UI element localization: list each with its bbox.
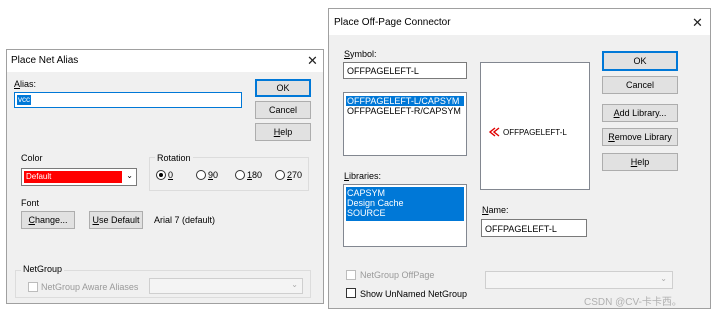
- alias-label: Alias:: [14, 79, 37, 89]
- libraries-label: Libraries:: [344, 171, 382, 181]
- alias-titlebar: Place Net Alias ✕: [7, 50, 323, 72]
- netgroup-offpage-label: NetGroup OffPage: [360, 270, 435, 280]
- place-offpage-connector-dialog: Place Off-Page Connector ✕ Symbol: OFFPA…: [328, 8, 711, 309]
- watermark: CSDN @CV-卡卡西。: [584, 297, 682, 308]
- rotation-180-radio[interactable]: [235, 170, 245, 180]
- symbol-list[interactable]: OFFPAGELEFT-L/CAPSYM OFFPAGELEFT-R/CAPSY…: [343, 92, 467, 156]
- name-input-value: OFFPAGELEFT-L: [485, 224, 557, 234]
- symbol-label: Symbol:: [344, 49, 377, 59]
- alias-dialog-title: Place Net Alias: [11, 55, 79, 66]
- chevron-down-icon: ⌄: [291, 280, 298, 289]
- remove-library-button[interactable]: Remove Library: [602, 128, 678, 146]
- rotation-label: Rotation: [155, 153, 193, 163]
- rotation-0-radio[interactable]: [156, 170, 166, 180]
- netgroup-label: NetGroup: [21, 264, 65, 274]
- list-item[interactable]: CAPSYM: [346, 188, 464, 198]
- list-item[interactable]: OFFPAGELEFT-R/CAPSYM: [346, 106, 464, 116]
- color-value: Default: [26, 172, 52, 181]
- netgroup-offpage-dropdown[interactable]: ⌄: [485, 271, 673, 289]
- color-dropdown[interactable]: Default ⌄: [21, 168, 137, 186]
- rotation-180-label: 180: [247, 170, 263, 180]
- alias-input[interactable]: vcc: [14, 92, 242, 108]
- rotation-90-radio[interactable]: [196, 170, 206, 180]
- netgroup-aware-checkbox[interactable]: [28, 282, 38, 292]
- name-input[interactable]: OFFPAGELEFT-L: [481, 219, 587, 237]
- chevron-down-icon: ⌄: [660, 274, 667, 283]
- netgroup-offpage-checkbox[interactable]: [346, 270, 356, 280]
- list-item[interactable]: SOURCE: [346, 208, 464, 218]
- connector-ok-button[interactable]: OK: [602, 51, 678, 71]
- symbol-input[interactable]: OFFPAGELEFT-L: [343, 62, 467, 79]
- alias-ok-button[interactable]: OK: [255, 79, 311, 97]
- symbol-preview: OFFPAGELEFT-L: [480, 62, 590, 190]
- chevron-down-icon: ⌄: [126, 171, 133, 180]
- color-swatch: Default: [24, 171, 122, 183]
- connector-titlebar: Place Off-Page Connector ✕: [329, 9, 710, 35]
- connector-help-button[interactable]: Help: [602, 153, 678, 171]
- list-item[interactable]: OFFPAGELEFT-L/CAPSYM: [346, 96, 464, 106]
- name-label: Name:: [482, 205, 509, 215]
- alias-input-value: vcc: [17, 95, 31, 105]
- symbol-input-value: OFFPAGELEFT-L: [347, 66, 419, 76]
- place-net-alias-dialog: Place Net Alias ✕ Alias: vcc OK Cancel H…: [6, 49, 324, 304]
- connector-dialog-title: Place Off-Page Connector: [334, 17, 451, 28]
- add-library-button[interactable]: Add Library...: [602, 104, 678, 122]
- offpage-connector-symbol-icon: [488, 127, 500, 137]
- netgroup-dropdown[interactable]: ⌄: [149, 278, 303, 294]
- netgroup-aware-label: NetGroup Aware Aliases: [41, 282, 139, 292]
- libraries-list[interactable]: CAPSYM Design Cache SOURCE: [343, 184, 467, 247]
- color-label: Color: [21, 153, 43, 163]
- alias-cancel-button[interactable]: Cancel: [255, 101, 311, 119]
- preview-label: OFFPAGELEFT-L: [503, 128, 567, 137]
- connector-cancel-button[interactable]: Cancel: [602, 76, 678, 94]
- rotation-0-label: 0: [168, 170, 174, 180]
- font-value: Arial 7 (default): [154, 215, 216, 225]
- alias-close-icon[interactable]: ✕: [307, 54, 318, 67]
- font-change-button[interactable]: Change...: [21, 211, 75, 229]
- rotation-270-label: 270: [287, 170, 303, 180]
- font-label: Font: [21, 198, 40, 208]
- alias-help-button[interactable]: Help: [255, 123, 311, 141]
- show-unnamed-checkbox[interactable]: [346, 288, 356, 298]
- rotation-270-radio[interactable]: [275, 170, 285, 180]
- show-unnamed-label: Show UnNamed NetGroup: [360, 289, 468, 299]
- list-item[interactable]: Design Cache: [346, 198, 464, 208]
- rotation-90-label: 90: [208, 170, 219, 180]
- use-default-button[interactable]: Use Default: [89, 211, 143, 229]
- connector-close-icon[interactable]: ✕: [692, 16, 703, 29]
